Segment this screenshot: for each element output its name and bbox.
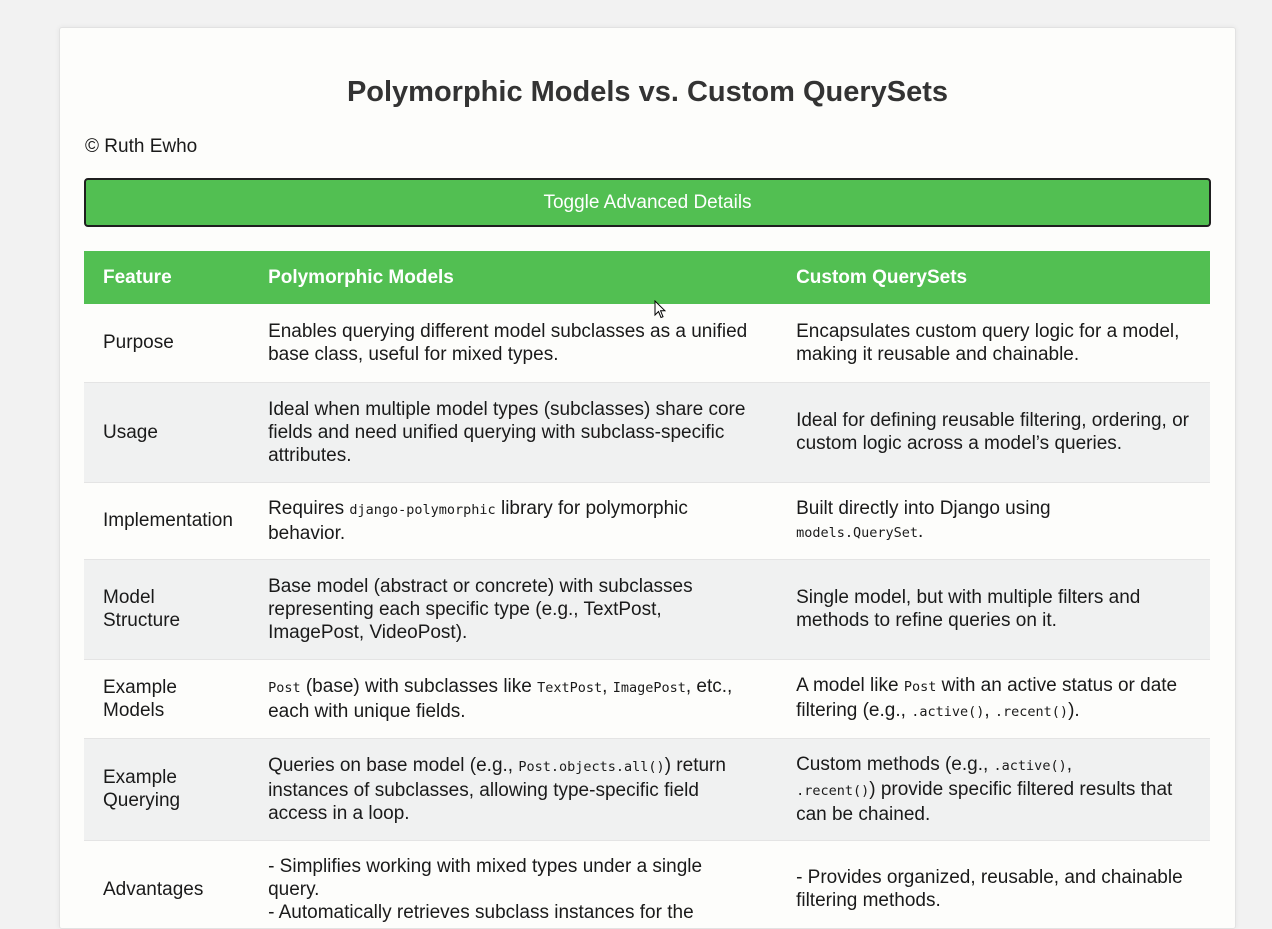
inline-code: .recent() [796, 782, 870, 799]
queryset-cell: - Provides organized, reusable, and chai… [777, 840, 1210, 928]
inline-code: .recent() [994, 703, 1069, 720]
feature-cell: Advantages [84, 840, 250, 928]
feature-cell: Example Models [84, 659, 250, 739]
queryset-cell: Encapsulates custom query logic for a mo… [777, 304, 1210, 383]
inline-code: Post [903, 678, 937, 695]
polymorphic-cell: Post (base) with subclasses like TextPos… [249, 659, 778, 739]
comparison-table: Feature Polymorphic Models Custom QueryS… [84, 251, 1210, 928]
queryset-cell: Single model, but with multiple filters … [777, 559, 1210, 660]
inline-code: .active() [993, 757, 1067, 774]
feature-cell: Example Querying [84, 738, 250, 841]
header-custom-querysets: Custom QuerySets [777, 251, 1210, 304]
header-polymorphic-models: Polymorphic Models [249, 251, 778, 304]
feature-cell: Purpose [84, 304, 250, 383]
queryset-cell: A model like Post with an active status … [777, 659, 1210, 739]
queryset-cell: Ideal for defining reusable filtering, o… [777, 382, 1210, 483]
table-header-row: Feature Polymorphic Models Custom QueryS… [84, 251, 1210, 304]
table-row: Implementation Requires django-polymorph… [84, 482, 1210, 560]
queryset-cell: Built directly into Django using models.… [777, 482, 1210, 560]
polymorphic-cell: - Simplifies working with mixed types un… [249, 840, 778, 928]
polymorphic-cell: Queries on base model (e.g., Post.object… [249, 738, 778, 841]
polymorphic-cell: Base model (abstract or concrete) with s… [249, 559, 778, 660]
table-row: Purpose Enables querying different model… [84, 304, 1210, 383]
table-row: Usage Ideal when multiple model types (s… [84, 382, 1210, 483]
table-row: Example Models Post (base) with subclass… [84, 659, 1210, 739]
main-card: Polymorphic Models vs. Custom QuerySets … [59, 27, 1236, 929]
mouse-cursor-icon [654, 300, 666, 319]
inline-code: Post [268, 679, 301, 696]
copyright-text: © Ruth Ewho [85, 136, 198, 157]
header-feature: Feature [84, 251, 250, 304]
inline-code: .active() [911, 703, 985, 720]
inline-code: models.QuerySet [796, 524, 918, 541]
feature-cell: Model Structure [84, 559, 250, 660]
inline-code: Post.objects.all() [518, 758, 665, 775]
feature-cell: Usage [84, 382, 250, 483]
queryset-cell: Custom methods (e.g., .active(), .recent… [777, 738, 1210, 841]
polymorphic-cell: Requires django-polymorphic library for … [249, 482, 778, 560]
inline-code: ImagePost [612, 679, 686, 696]
feature-cell: Implementation [84, 482, 250, 560]
toggle-advanced-details-button[interactable]: Toggle Advanced Details [84, 178, 1211, 227]
table-row: Model Structure Base model (abstract or … [84, 559, 1210, 660]
inline-code: django-polymorphic [349, 501, 496, 518]
table-row: Example Querying Queries on base model (… [84, 738, 1210, 841]
inline-code: TextPost [537, 679, 603, 696]
table-row: Advantages - Simplifies working with mix… [84, 840, 1210, 928]
polymorphic-cell: Ideal when multiple model types (subclas… [249, 382, 778, 483]
polymorphic-cell: Enables querying different model subclas… [249, 304, 778, 383]
page-title: Polymorphic Models vs. Custom QuerySets [346, 76, 949, 108]
